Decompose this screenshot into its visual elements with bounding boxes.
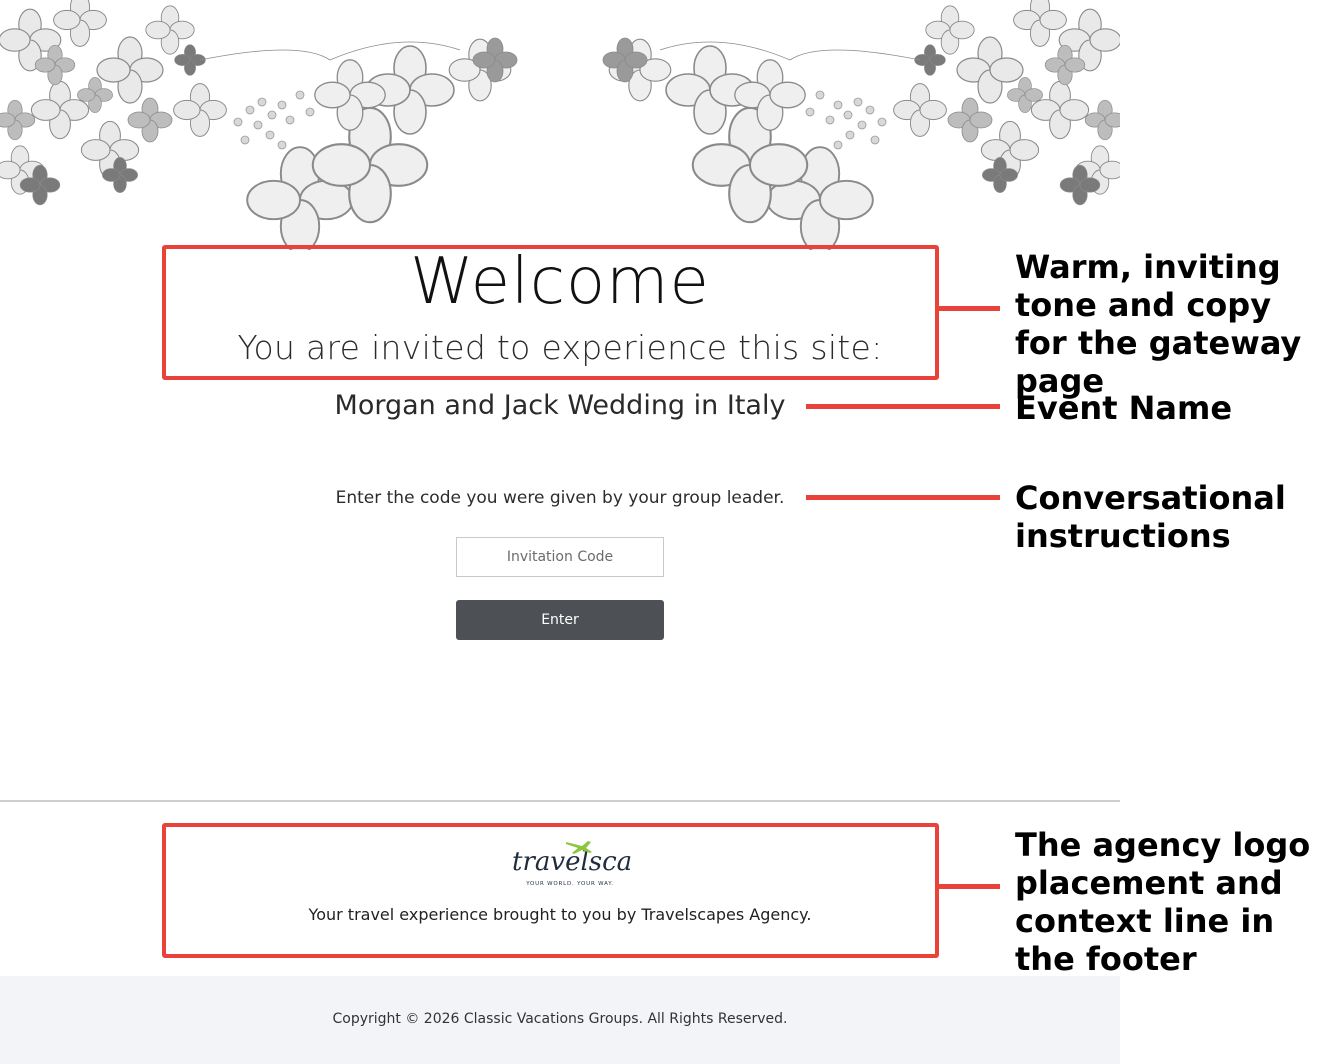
annotation-agency: The agency logo placement and context li… — [1015, 826, 1311, 978]
enter-button[interactable]: Enter — [456, 600, 664, 640]
annotation-instructions: Conversational instructions — [1015, 479, 1286, 555]
invitation-code-input[interactable] — [456, 537, 664, 577]
welcome-callout-box — [162, 245, 939, 380]
footer-callout-box — [162, 823, 939, 958]
copyright-text: Copyright © 2026 Classic Vacations Group… — [332, 1011, 788, 1027]
annotation-event-name: Event Name — [1015, 389, 1233, 427]
footer-callout-connector — [939, 884, 1000, 889]
annotation-tone: Warm, inviting tone and copy for the gat… — [1015, 248, 1302, 400]
event-name-connector — [806, 404, 1000, 409]
instructions-connector — [806, 495, 1000, 500]
footer-divider — [0, 800, 1120, 802]
floral-header-image — [0, 0, 1120, 250]
copyright-bar: Copyright © 2026 Classic Vacations Group… — [0, 976, 1120, 1064]
welcome-callout-connector — [939, 306, 1000, 311]
